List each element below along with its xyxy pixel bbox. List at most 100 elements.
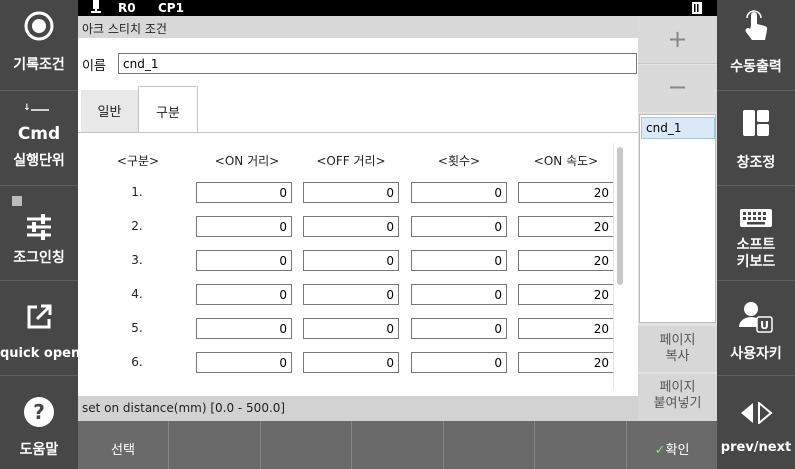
status-bar: R0 CP1 (78, 0, 717, 16)
function-slot-6[interactable] (535, 421, 627, 469)
screen: 기록조건 ↓ Cmd 실행단위 조그인칭 quick open ? 도움말 R0… (0, 0, 795, 469)
on-speed-input[interactable]: 20 (518, 352, 614, 373)
count-input[interactable]: 0 (411, 250, 507, 271)
jog-inching-label: 조그인칭 (13, 250, 65, 266)
function-slot-4[interactable] (352, 421, 444, 469)
count-input[interactable]: 0 (411, 318, 507, 339)
function-slot-2[interactable] (169, 421, 261, 469)
status-hint: set on distance(mm) [0.0 - 500.0] (78, 396, 638, 421)
off-distance-input[interactable]: 0 (303, 352, 399, 373)
record-condition-label: 기록조건 (13, 57, 65, 73)
header-count: <횟수> (437, 154, 481, 168)
on-speed-input[interactable]: 20 (518, 318, 614, 339)
select-button[interactable]: 선택 (78, 421, 169, 469)
help-label: 도움말 (19, 442, 59, 458)
program-id: CP1 (158, 1, 184, 15)
record-icon (0, 10, 78, 46)
function-slot-3[interactable] (261, 421, 352, 469)
on-speed-input[interactable]: 20 (518, 250, 614, 271)
page-copy-button[interactable]: 페이지 복사 (638, 326, 717, 372)
check-icon: ✓ (654, 443, 666, 458)
user-icon: U (717, 301, 795, 337)
header-off-distance: <OFF 거리> (316, 154, 386, 168)
exec-unit-button[interactable]: ↓ Cmd 실행단위 (0, 91, 78, 185)
off-distance-input[interactable]: 0 (303, 216, 399, 237)
panel-title: 아크 스티치 조건 (78, 16, 638, 38)
svg-text:↓: ↓ (23, 103, 31, 113)
battery-icon (692, 2, 702, 17)
page-paste-button[interactable]: 페이지 붙여넣기 (638, 374, 717, 421)
on-distance-input[interactable]: 0 (196, 284, 292, 305)
manual-output-label: 수동출력 (730, 59, 782, 75)
jog-inching-button[interactable]: 조그인칭 (0, 186, 78, 280)
header-division: <구분> (116, 154, 160, 168)
on-distance-input[interactable]: 0 (196, 250, 292, 271)
condition-list[interactable]: cnd_1 (639, 114, 716, 323)
external-link-icon (0, 303, 78, 335)
table-scrollbar[interactable] (613, 143, 625, 390)
row-label: 3. (131, 253, 143, 267)
robot-id: R0 (118, 1, 136, 15)
user-key-label: 사용자키 (730, 346, 782, 362)
user-key-button[interactable]: U 사용자키 (717, 281, 795, 375)
svg-text:U: U (760, 319, 769, 332)
off-distance-input[interactable]: 0 (303, 284, 399, 305)
on-speed-input[interactable]: 20 (518, 216, 614, 237)
add-button[interactable]: + (638, 16, 717, 64)
off-distance-input[interactable]: 0 (303, 250, 399, 271)
condition-list-panel: + − cnd_1 페이지 복사 페이지 붙여넣기 (638, 16, 717, 421)
left-sidebar: 기록조건 ↓ Cmd 실행단위 조그인칭 quick open ? 도움말 (0, 0, 81, 469)
confirm-label: 확인 (665, 443, 690, 458)
count-input[interactable]: 0 (411, 284, 507, 305)
hand-pointer-icon (717, 10, 795, 48)
robot-icon (91, 0, 101, 17)
quick-open-label: quick open (0, 346, 81, 361)
window-adjust-label: 창조정 (736, 155, 776, 171)
scrollbar-thumb[interactable] (617, 147, 623, 285)
window-adjust-button[interactable]: 창조정 (717, 91, 795, 185)
row-label: 1. (131, 185, 143, 199)
count-input[interactable]: 0 (411, 216, 507, 237)
prev-next-icon (717, 400, 795, 428)
name-input[interactable]: cnd_1 (118, 53, 637, 74)
prev-next-label: prev/next (720, 440, 792, 455)
tab-general[interactable]: 일반 (81, 90, 138, 132)
on-distance-input[interactable]: 0 (196, 318, 292, 339)
bottom-toolbar: 선택 ✓확인 (78, 421, 717, 469)
help-icon: ? (0, 396, 78, 432)
function-slot-5[interactable] (444, 421, 535, 469)
header-on-distance: <ON 거리> (214, 154, 280, 168)
manual-output-button[interactable]: 수동출력 (717, 0, 795, 90)
list-item[interactable]: cnd_1 (641, 117, 715, 139)
prev-next-button[interactable]: prev/next (717, 376, 795, 469)
main-panel: 아크 스티치 조건 이름 cnd_1 일반 구분 <구분> <ON 거리> <O… (78, 16, 638, 421)
confirm-button[interactable]: ✓확인 (627, 421, 717, 469)
keyboard-icon (717, 209, 795, 231)
on-speed-input[interactable]: 20 (518, 284, 614, 305)
off-distance-input[interactable]: 0 (303, 318, 399, 339)
cmd-icon: ↓ (0, 101, 78, 117)
count-input[interactable]: 0 (411, 182, 507, 203)
help-button[interactable]: ? 도움말 (0, 376, 78, 469)
window-layout-icon (717, 109, 795, 141)
on-speed-input[interactable]: 20 (518, 182, 614, 203)
exec-unit-label: 실행단위 (13, 153, 65, 169)
off-distance-input[interactable]: 0 (303, 182, 399, 203)
right-sidebar: 수동출력 창조정 소프트 키보드 U 사용자키 prev/next (717, 0, 795, 469)
on-distance-input[interactable]: 0 (196, 352, 292, 373)
row-label: 6. (131, 355, 143, 369)
on-distance-input[interactable]: 0 (196, 216, 292, 237)
tab-bar: 일반 구분 (78, 86, 638, 132)
record-condition-button[interactable]: 기록조건 (0, 0, 78, 90)
quick-open-button[interactable]: quick open (0, 281, 81, 375)
sliders-icon (0, 214, 78, 244)
remove-button[interactable]: − (638, 65, 717, 112)
row-label: 5. (131, 321, 143, 335)
row-label: 4. (131, 287, 143, 301)
row-label: 2. (131, 219, 143, 233)
on-distance-input[interactable]: 0 (196, 182, 292, 203)
checkbox-icon (12, 196, 22, 206)
soft-keyboard-button[interactable]: 소프트 키보드 (717, 186, 795, 280)
tab-division[interactable]: 구분 (138, 86, 198, 132)
count-input[interactable]: 0 (411, 352, 507, 373)
